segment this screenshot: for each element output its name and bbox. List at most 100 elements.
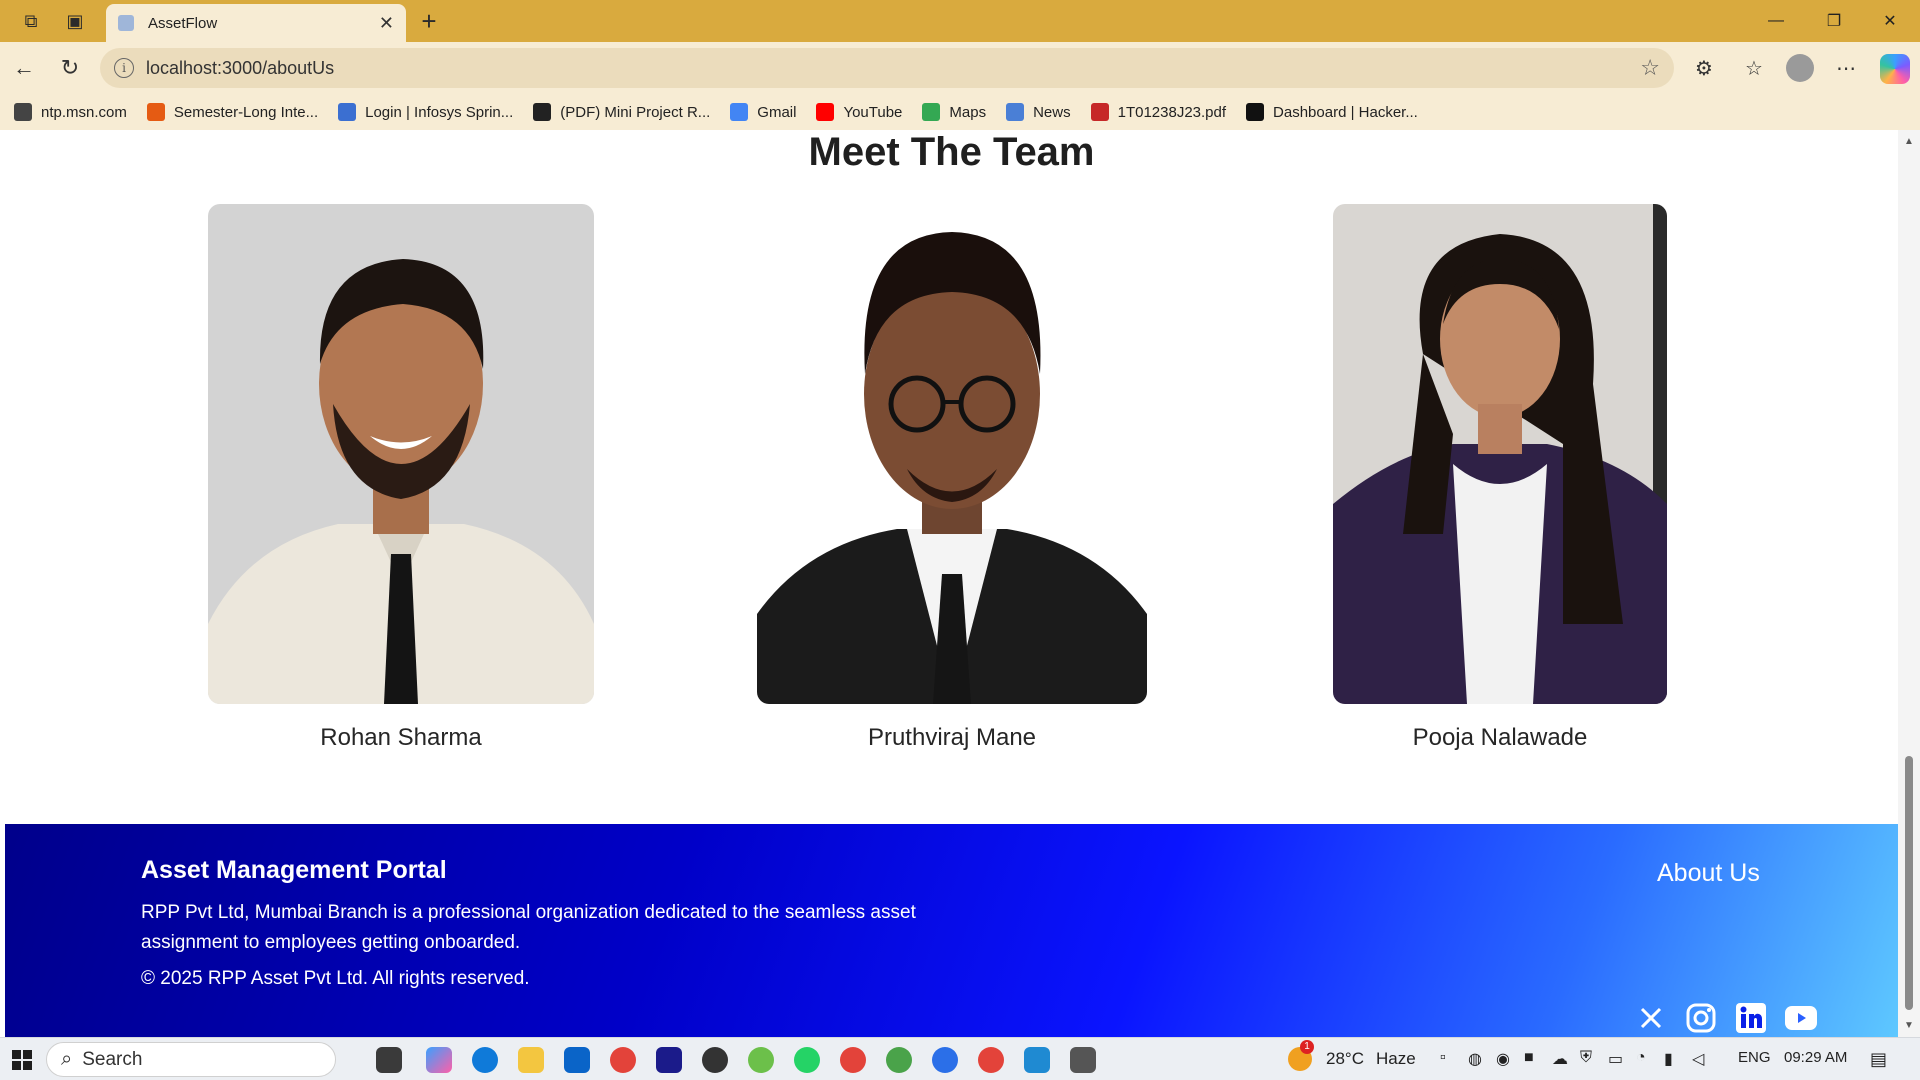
notification-icon[interactable]: ▤: [1870, 1049, 1887, 1070]
new-tab-button[interactable]: +: [414, 6, 444, 36]
bookmark-item[interactable]: Maps: [922, 103, 986, 121]
start-button[interactable]: [12, 1050, 32, 1070]
address-url[interactable]: localhost:3000/aboutUs: [146, 58, 1640, 79]
vscode-icon[interactable]: [1024, 1047, 1050, 1073]
member-photo: [757, 204, 1147, 704]
site-info-icon[interactable]: i: [114, 58, 134, 78]
instagram-icon[interactable]: [1685, 1002, 1717, 1034]
taskbar-search[interactable]: ⌕ Search: [46, 1042, 336, 1077]
snipping-tool-icon[interactable]: [1070, 1047, 1096, 1073]
outlook-icon[interactable]: [564, 1047, 590, 1073]
search-placeholder: Search: [82, 1048, 143, 1070]
close-window-button[interactable]: ✕: [1870, 6, 1910, 36]
network-tray-icon[interactable]: ◍: [1468, 1049, 1482, 1069]
volume-tray-icon[interactable]: ◁: [1692, 1049, 1704, 1069]
youtube-icon: [816, 103, 835, 121]
extensions-icon[interactable]: ⚙: [1688, 52, 1720, 84]
footer-heading: Asset Management Portal: [141, 856, 447, 884]
security-tray-icon[interactable]: ⛨: [1580, 1049, 1592, 1067]
infosys-icon: [338, 103, 357, 121]
battery-tray-icon[interactable]: ▮: [1664, 1049, 1673, 1069]
more-menu-icon[interactable]: ⋯: [1830, 52, 1862, 84]
browser-tab[interactable]: AssetFlow ✕: [106, 4, 406, 42]
bookmark-label: Gmail: [757, 103, 797, 121]
wifi-tray-icon[interactable]: ◔: [1636, 1049, 1646, 1067]
chrome-alt-icon[interactable]: [978, 1047, 1004, 1073]
whatsapp-icon[interactable]: [794, 1047, 820, 1073]
chrome-app-icon[interactable]: [610, 1047, 636, 1073]
bookmark-item[interactable]: Login | Infosys Sprin...: [338, 103, 513, 121]
language-indicator[interactable]: ENG: [1738, 1049, 1771, 1066]
team-member-card: Pruthviraj Mane: [757, 204, 1147, 764]
weather-temperature: 28°C: [1326, 1049, 1364, 1068]
scroll-up-arrow-icon[interactable]: ▲: [1904, 136, 1914, 147]
zoom-icon[interactable]: [932, 1047, 958, 1073]
bookmark-item[interactable]: Gmail: [730, 103, 796, 121]
clock[interactable]: 09:29 AM: [1784, 1049, 1847, 1066]
bookmarks-bar: ntp.msn.com Semester-Long Inte... Login | …: [0, 94, 1920, 130]
profile-avatar[interactable]: [1786, 54, 1814, 82]
page-scrollbar[interactable]: ▲ ▼: [1898, 130, 1920, 1037]
bookmark-item[interactable]: Dashboard | Hacker...: [1246, 103, 1418, 121]
edge-app-icon[interactable]: [472, 1047, 498, 1073]
bookmark-label: Maps: [949, 103, 987, 121]
team-section-title: Meet The Team: [808, 130, 1095, 174]
bookmark-item[interactable]: ntp.msn.com: [14, 103, 127, 121]
bookmark-item[interactable]: News: [1006, 103, 1071, 121]
site-footer: Asset Management Portal RPP Pvt Ltd, Mum…: [5, 824, 1898, 1037]
browser-toolbar: ← ↻ i localhost:3000/aboutUs ☆ ⚙ ☆ ⋯: [0, 42, 1920, 94]
nvidia-tray-icon[interactable]: ■: [1524, 1049, 1534, 1067]
x-icon[interactable]: [1635, 1002, 1667, 1034]
copilot-app-icon[interactable]: [426, 1047, 452, 1073]
footer-description: RPP Pvt Ltd, Mumbai Branch is a professi…: [141, 902, 916, 953]
tab-title: AssetFlow: [148, 14, 218, 32]
task-view-icon[interactable]: [376, 1047, 402, 1073]
weather-badge: 1: [1300, 1040, 1314, 1054]
bookmark-label: ntp.msn.com: [41, 103, 127, 121]
weather-condition: Haze: [1376, 1049, 1416, 1068]
address-bar[interactable]: i localhost:3000/aboutUs ☆: [100, 48, 1674, 88]
windows-taskbar: ⌕ Search 1 28°C Haze ▫ ◍ ◉ ■ ☁ ⛨ ▭ ◔ ▮ ◁…: [0, 1037, 1920, 1080]
display-tray-icon[interactable]: ▭: [1608, 1049, 1623, 1069]
intellij-icon[interactable]: [656, 1047, 682, 1073]
bookmark-item[interactable]: YouTube: [816, 103, 902, 121]
game-app-icon[interactable]: [886, 1047, 912, 1073]
chrome-profile-icon[interactable]: [840, 1047, 866, 1073]
about-us-page: Meet The Team Rohan Sharma Pruthviraj Ma…: [5, 130, 1898, 1037]
refresh-button[interactable]: ↻: [54, 52, 86, 84]
bookmark-label: YouTube: [843, 103, 903, 121]
youtube-icon[interactable]: [1785, 1002, 1817, 1034]
tab-close-icon[interactable]: ✕: [379, 13, 394, 34]
scrollbar-thumb[interactable]: [1905, 756, 1913, 1010]
linkedin-icon[interactable]: [1735, 1002, 1767, 1034]
bookmark-label: 1T01238J23.pdf: [1117, 103, 1227, 121]
back-button[interactable]: ←: [8, 52, 40, 84]
bookmark-item[interactable]: (PDF) Mini Project R...: [533, 103, 710, 121]
bookmark-item[interactable]: Semester-Long Inte...: [146, 103, 319, 121]
pdf-icon: [1090, 103, 1109, 121]
spring-icon[interactable]: [748, 1047, 774, 1073]
minimize-button[interactable]: —: [1756, 6, 1796, 36]
copilot-icon[interactable]: [1880, 54, 1910, 84]
camera-tray-icon[interactable]: ▫: [1440, 1049, 1446, 1067]
wordpress-icon[interactable]: [702, 1047, 728, 1073]
scroll-down-arrow-icon[interactable]: ▼: [1904, 1020, 1914, 1031]
bookmark-label: News: [1033, 103, 1071, 121]
bookmark-label: Semester-Long Inte...: [173, 103, 319, 121]
bookmark-item[interactable]: 1T01238J23.pdf: [1090, 103, 1227, 121]
globe-icon: [14, 103, 32, 121]
zoom-tray-icon[interactable]: ◉: [1496, 1049, 1510, 1069]
about-us-link[interactable]: About Us: [1657, 859, 1760, 888]
favorite-star-icon[interactable]: ☆: [1640, 55, 1660, 81]
tab-favicon-icon: [118, 15, 134, 31]
favorites-icon[interactable]: ☆: [1738, 52, 1770, 84]
academia-icon: [533, 103, 552, 121]
team-member-card: Rohan Sharma: [208, 204, 594, 764]
workspaces-icon[interactable]: ⧉: [18, 8, 44, 34]
onedrive-tray-icon[interactable]: ☁: [1552, 1049, 1568, 1069]
bar-icon: [146, 103, 165, 121]
restore-button[interactable]: ❐: [1814, 6, 1854, 36]
file-explorer-icon[interactable]: [518, 1047, 544, 1073]
tab-actions-icon[interactable]: ▣: [62, 8, 88, 34]
google-icon: [730, 103, 749, 121]
